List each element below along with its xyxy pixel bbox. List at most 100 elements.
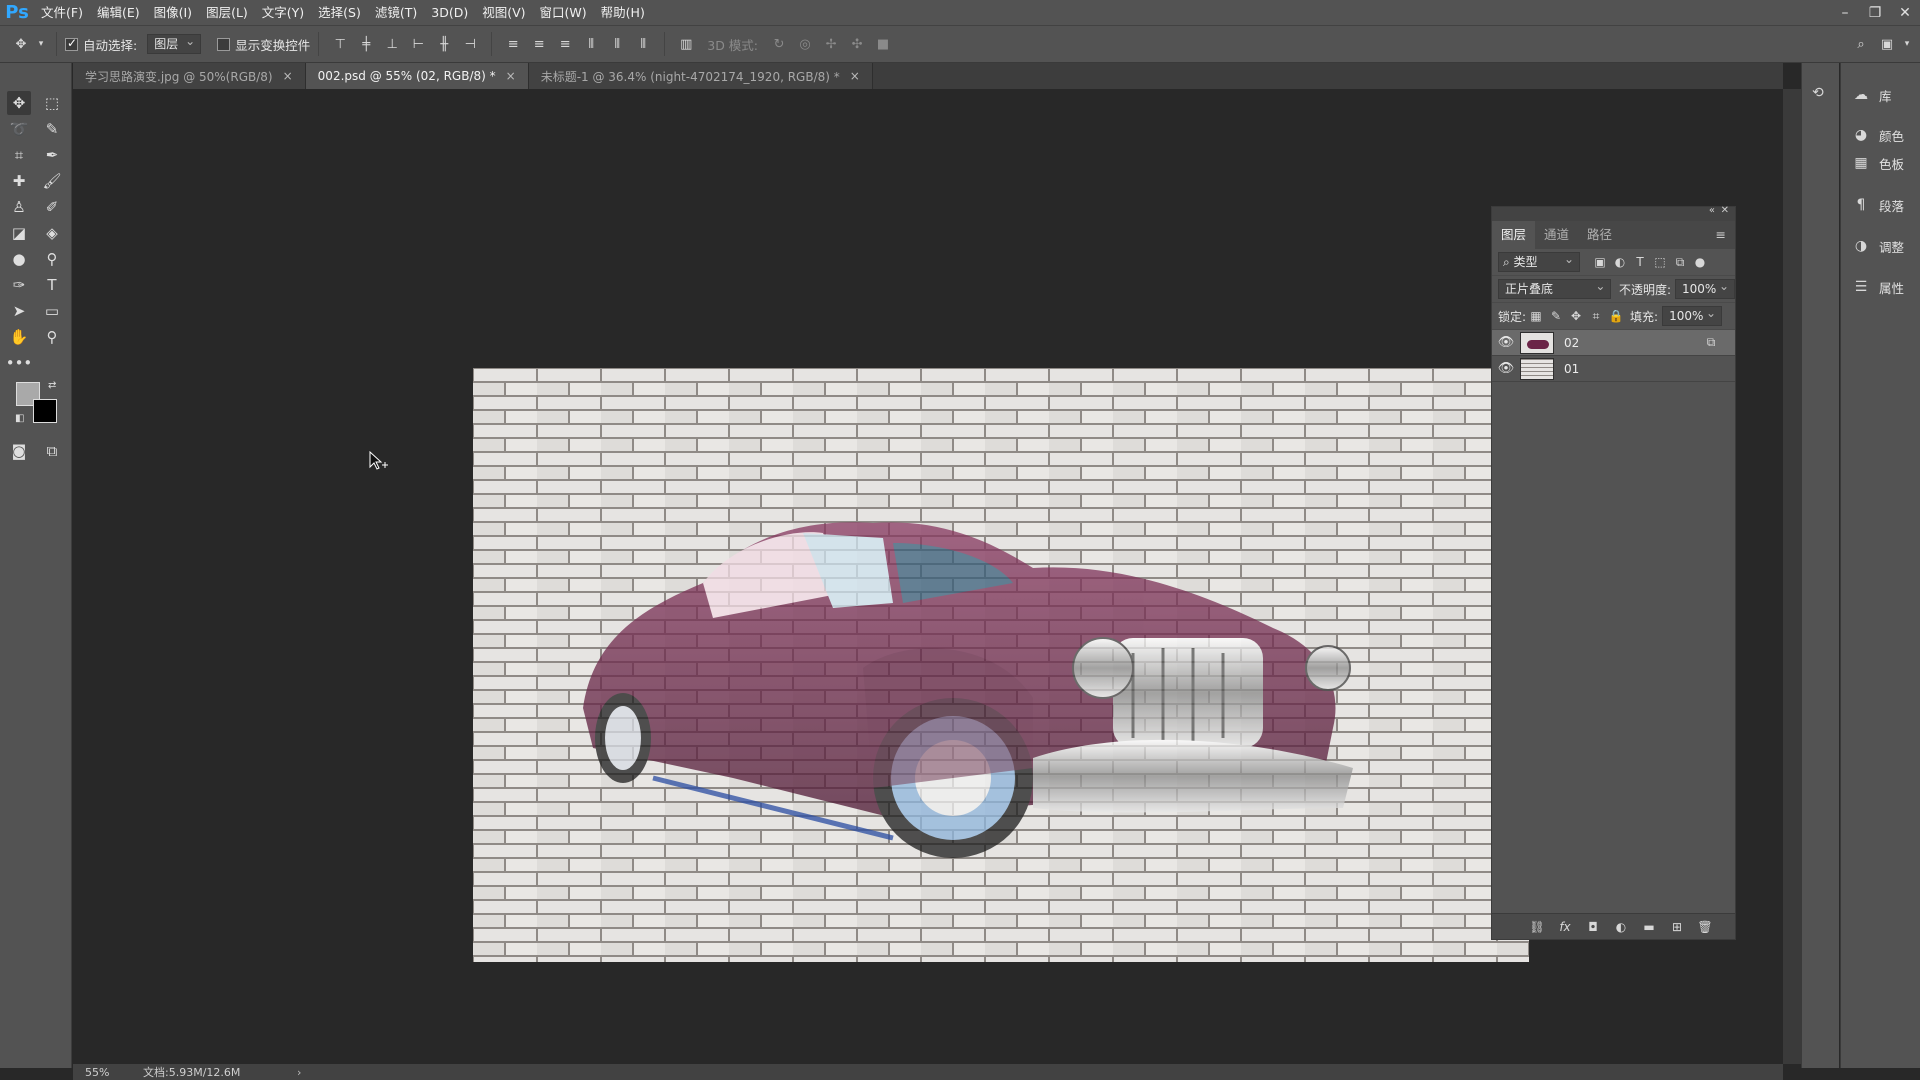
document-image[interactable] [473, 368, 1529, 962]
auto-select-checkbox[interactable] [65, 36, 78, 51]
3d-pan-icon[interactable]: ✢ [820, 33, 842, 55]
distribute-right-icon[interactable]: ⫴ [632, 33, 654, 55]
menu-edit[interactable]: 编辑(E) [90, 0, 147, 25]
filter-shape-icon[interactable]: ⬚ [1650, 252, 1670, 272]
restore-button[interactable]: ❐ [1860, 0, 1890, 25]
dock-libraries[interactable]: ☁ 库 [1851, 85, 1892, 105]
auto-align-icon[interactable]: ▥ [675, 33, 697, 55]
show-transform-controls-checkbox[interactable] [217, 37, 231, 51]
eye-icon[interactable]: 👁 [1492, 335, 1520, 350]
tab-layers[interactable]: 图层 [1492, 221, 1536, 249]
paint-bucket-tool-icon[interactable]: ◈ [40, 221, 64, 245]
distribute-bottom-icon[interactable]: ≡ [554, 33, 576, 55]
rectangle-tool-icon[interactable]: ▭ [40, 299, 64, 323]
tab-doc-2[interactable]: 002.psd @ 55% (02, RGB/8) * × [305, 63, 529, 89]
3d-scale-icon[interactable]: ■ [872, 33, 894, 55]
move-tool-preset-icon[interactable]: ✥ [10, 33, 32, 55]
lock-pixels-icon[interactable]: ✎ [1546, 306, 1566, 326]
quick-mask-icon[interactable]: ◙ [7, 439, 31, 463]
3d-roll-icon[interactable]: ◎ [794, 33, 816, 55]
filter-toggle-icon[interactable]: ● [1690, 252, 1710, 272]
tab-doc-3[interactable]: 未标题-1 @ 36.4% (night-4702174_1920, RGB/8… [528, 63, 873, 89]
marquee-tool-icon[interactable]: ⬚ [40, 91, 64, 115]
auto-select-target-dropdown[interactable]: 图层 [147, 32, 202, 54]
filter-smart-object-icon[interactable]: ⧉ [1670, 252, 1690, 272]
lock-all-icon[interactable]: 🔒 [1606, 306, 1626, 326]
layer-row[interactable]: 👁 02 ⧉ [1492, 330, 1735, 356]
dock-adjustments[interactable]: ◑ 调整 [1851, 236, 1904, 256]
dodge-tool-icon[interactable]: ⚲ [40, 247, 64, 271]
workspace-icon[interactable]: ▣ [1876, 33, 1898, 55]
distribute-left-icon[interactable]: ⫴ [580, 33, 602, 55]
distribute-hcenter-icon[interactable]: ⫴ [606, 33, 628, 55]
filter-pixel-icon[interactable]: ▣ [1590, 252, 1610, 272]
new-layer-icon[interactable]: ⊞ [1667, 917, 1687, 937]
vertical-scrollbar[interactable] [1783, 89, 1801, 1064]
menu-layer[interactable]: 图层(L) [199, 0, 255, 25]
close-icon[interactable]: × [850, 69, 860, 83]
tab-doc-1[interactable]: 学习思路演变.jpg @ 50%(RGB/8) × [73, 63, 306, 89]
new-adjustment-layer-icon[interactable]: ◐ [1611, 917, 1631, 937]
chevron-down-icon[interactable]: ▾ [36, 33, 46, 55]
pen-tool-icon[interactable]: ✑ [7, 273, 31, 297]
collapse-icon[interactable]: « [1709, 205, 1715, 216]
menu-window[interactable]: 窗口(W) [533, 0, 594, 25]
close-icon[interactable]: × [283, 69, 293, 83]
chevron-down-icon[interactable]: ▾ [1902, 33, 1912, 55]
menu-view[interactable]: 视图(V) [475, 0, 532, 25]
healing-brush-tool-icon[interactable]: ✚ [7, 169, 31, 193]
panel-menu-icon[interactable]: ≡ [1707, 221, 1735, 249]
eye-icon[interactable]: 👁 [1492, 361, 1520, 376]
add-mask-icon[interactable]: ◘ [1583, 917, 1603, 937]
move-tool-icon[interactable]: ✥ [7, 91, 31, 115]
quick-selection-tool-icon[interactable]: ✎ [40, 117, 64, 141]
align-bottom-icon[interactable]: ⊥ [381, 33, 403, 55]
eyedropper-tool-icon[interactable]: ✒ [40, 143, 64, 167]
blur-tool-icon[interactable]: ● [7, 247, 31, 271]
lock-position-icon[interactable]: ✥ [1566, 306, 1586, 326]
tab-paths[interactable]: 路径 [1578, 221, 1621, 249]
trash-icon[interactable]: 🗑 [1695, 917, 1715, 937]
close-icon[interactable]: ✕ [1721, 205, 1729, 216]
lock-artboard-icon[interactable]: ⌗ [1586, 306, 1606, 326]
align-left-icon[interactable]: ⊢ [407, 33, 429, 55]
align-top-icon[interactable]: ⊤ [329, 33, 351, 55]
align-right-icon[interactable]: ⊣ [459, 33, 481, 55]
close-window-button[interactable]: ✕ [1890, 0, 1920, 25]
fill-input[interactable]: 100% [1662, 304, 1723, 326]
minimize-button[interactable]: – [1830, 0, 1860, 25]
filter-kind-dropdown[interactable]: ⌕ 类型 [1498, 250, 1580, 272]
menu-file[interactable]: 文件(F) [34, 0, 90, 25]
fx-icon[interactable]: fx [1555, 917, 1575, 937]
close-icon[interactable]: × [506, 69, 516, 83]
search-icon[interactable]: ⌕ [1850, 33, 1872, 55]
menu-image[interactable]: 图像(I) [147, 0, 199, 25]
3d-slide-icon[interactable]: ✣ [846, 33, 868, 55]
menu-3d[interactable]: 3D(D) [424, 0, 475, 25]
align-horizontal-center-icon[interactable]: ╫ [433, 33, 455, 55]
default-colors-icon[interactable]: ◧ [15, 413, 24, 424]
dock-swatches[interactable]: ▦ 色板 [1851, 153, 1904, 173]
menu-type[interactable]: 文字(Y) [255, 0, 311, 25]
filter-type-icon[interactable]: T [1630, 252, 1650, 272]
history-icon[interactable]: ⟲ [1812, 85, 1824, 101]
more-tools-icon[interactable]: ••• [6, 351, 33, 375]
screen-mode-icon[interactable]: ⧉ [40, 439, 64, 463]
menu-help[interactable]: 帮助(H) [594, 0, 652, 25]
history-brush-tool-icon[interactable]: ✐ [40, 195, 64, 219]
menu-filter[interactable]: 滤镜(T) [368, 0, 424, 25]
distribute-vcenter-icon[interactable]: ≡ [528, 33, 550, 55]
lasso-tool-icon[interactable]: ➰ [7, 117, 31, 141]
3d-rotate-icon[interactable]: ↻ [768, 33, 790, 55]
opacity-input[interactable]: 100% [1675, 277, 1735, 299]
chevron-right-icon[interactable]: › [297, 1066, 301, 1079]
type-tool-icon[interactable]: T [40, 273, 64, 297]
hand-tool-icon[interactable]: ✋ [7, 325, 31, 349]
lock-transparent-icon[interactable]: ▦ [1526, 306, 1546, 326]
dock-properties[interactable]: ☰ 属性 [1851, 277, 1904, 297]
layer-name[interactable]: 01 [1564, 362, 1735, 376]
crop-tool-icon[interactable]: ⌗ [7, 143, 31, 167]
link-layers-icon[interactable]: ⛓ [1527, 917, 1547, 937]
path-selection-tool-icon[interactable]: ➤ [7, 299, 31, 323]
blend-mode-dropdown[interactable]: 正片叠底 [1498, 277, 1612, 299]
